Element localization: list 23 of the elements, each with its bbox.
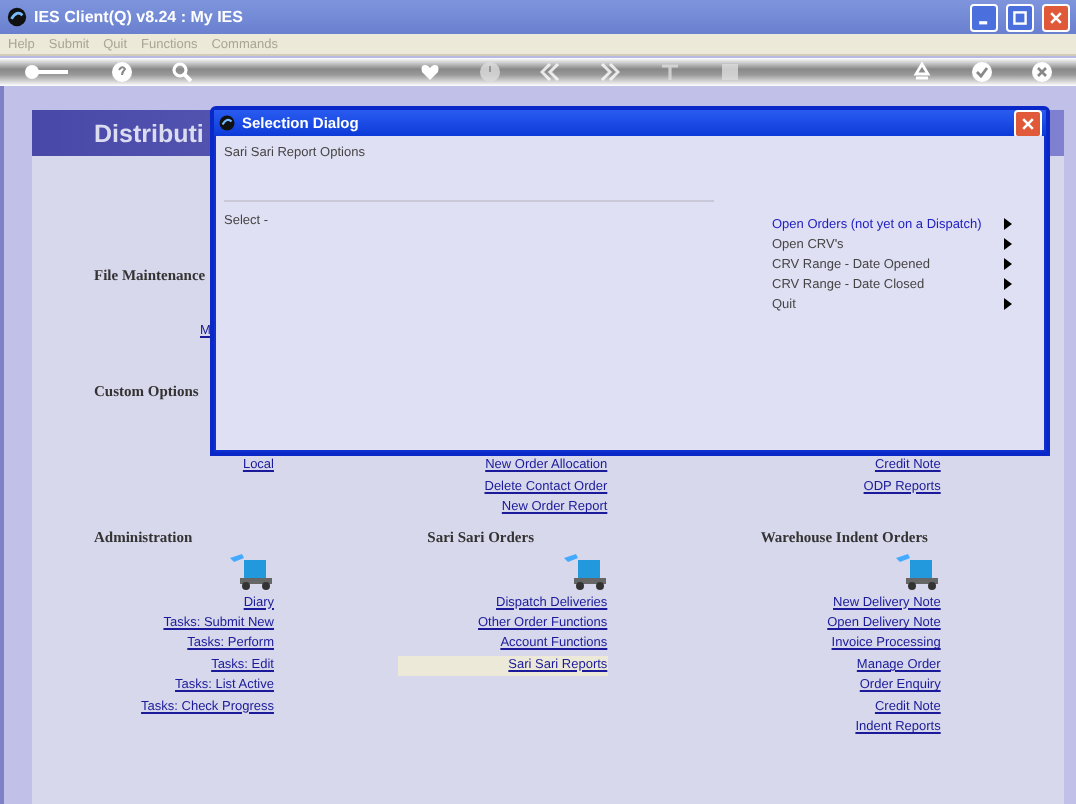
rewind-icon[interactable] [539,62,560,82]
close-button[interactable] [1014,109,1042,137]
page-title: Distributi [94,119,204,147]
maximize-button[interactable] [1006,3,1034,31]
minimize-button[interactable] [970,3,998,31]
heart-icon[interactable] [419,62,440,82]
truck-icon [230,553,274,590]
window-title: IES Client(Q) v8.24 : My IES [34,8,243,26]
power-icon[interactable] [479,62,500,82]
stop-icon[interactable] [719,62,740,82]
maximize-icon [1012,9,1028,25]
truck-icon [563,553,608,590]
app-icon [218,114,236,132]
close-icon[interactable] [1032,62,1052,82]
search-icon[interactable] [172,62,192,82]
app-icon [6,6,28,28]
check-icon[interactable] [972,62,992,82]
close-icon [1020,115,1036,131]
help-icon[interactable] [112,62,132,82]
tool-icon[interactable] [659,62,680,82]
forward-icon[interactable] [599,62,620,82]
close-icon [1048,9,1064,25]
truck-icon [896,553,941,590]
